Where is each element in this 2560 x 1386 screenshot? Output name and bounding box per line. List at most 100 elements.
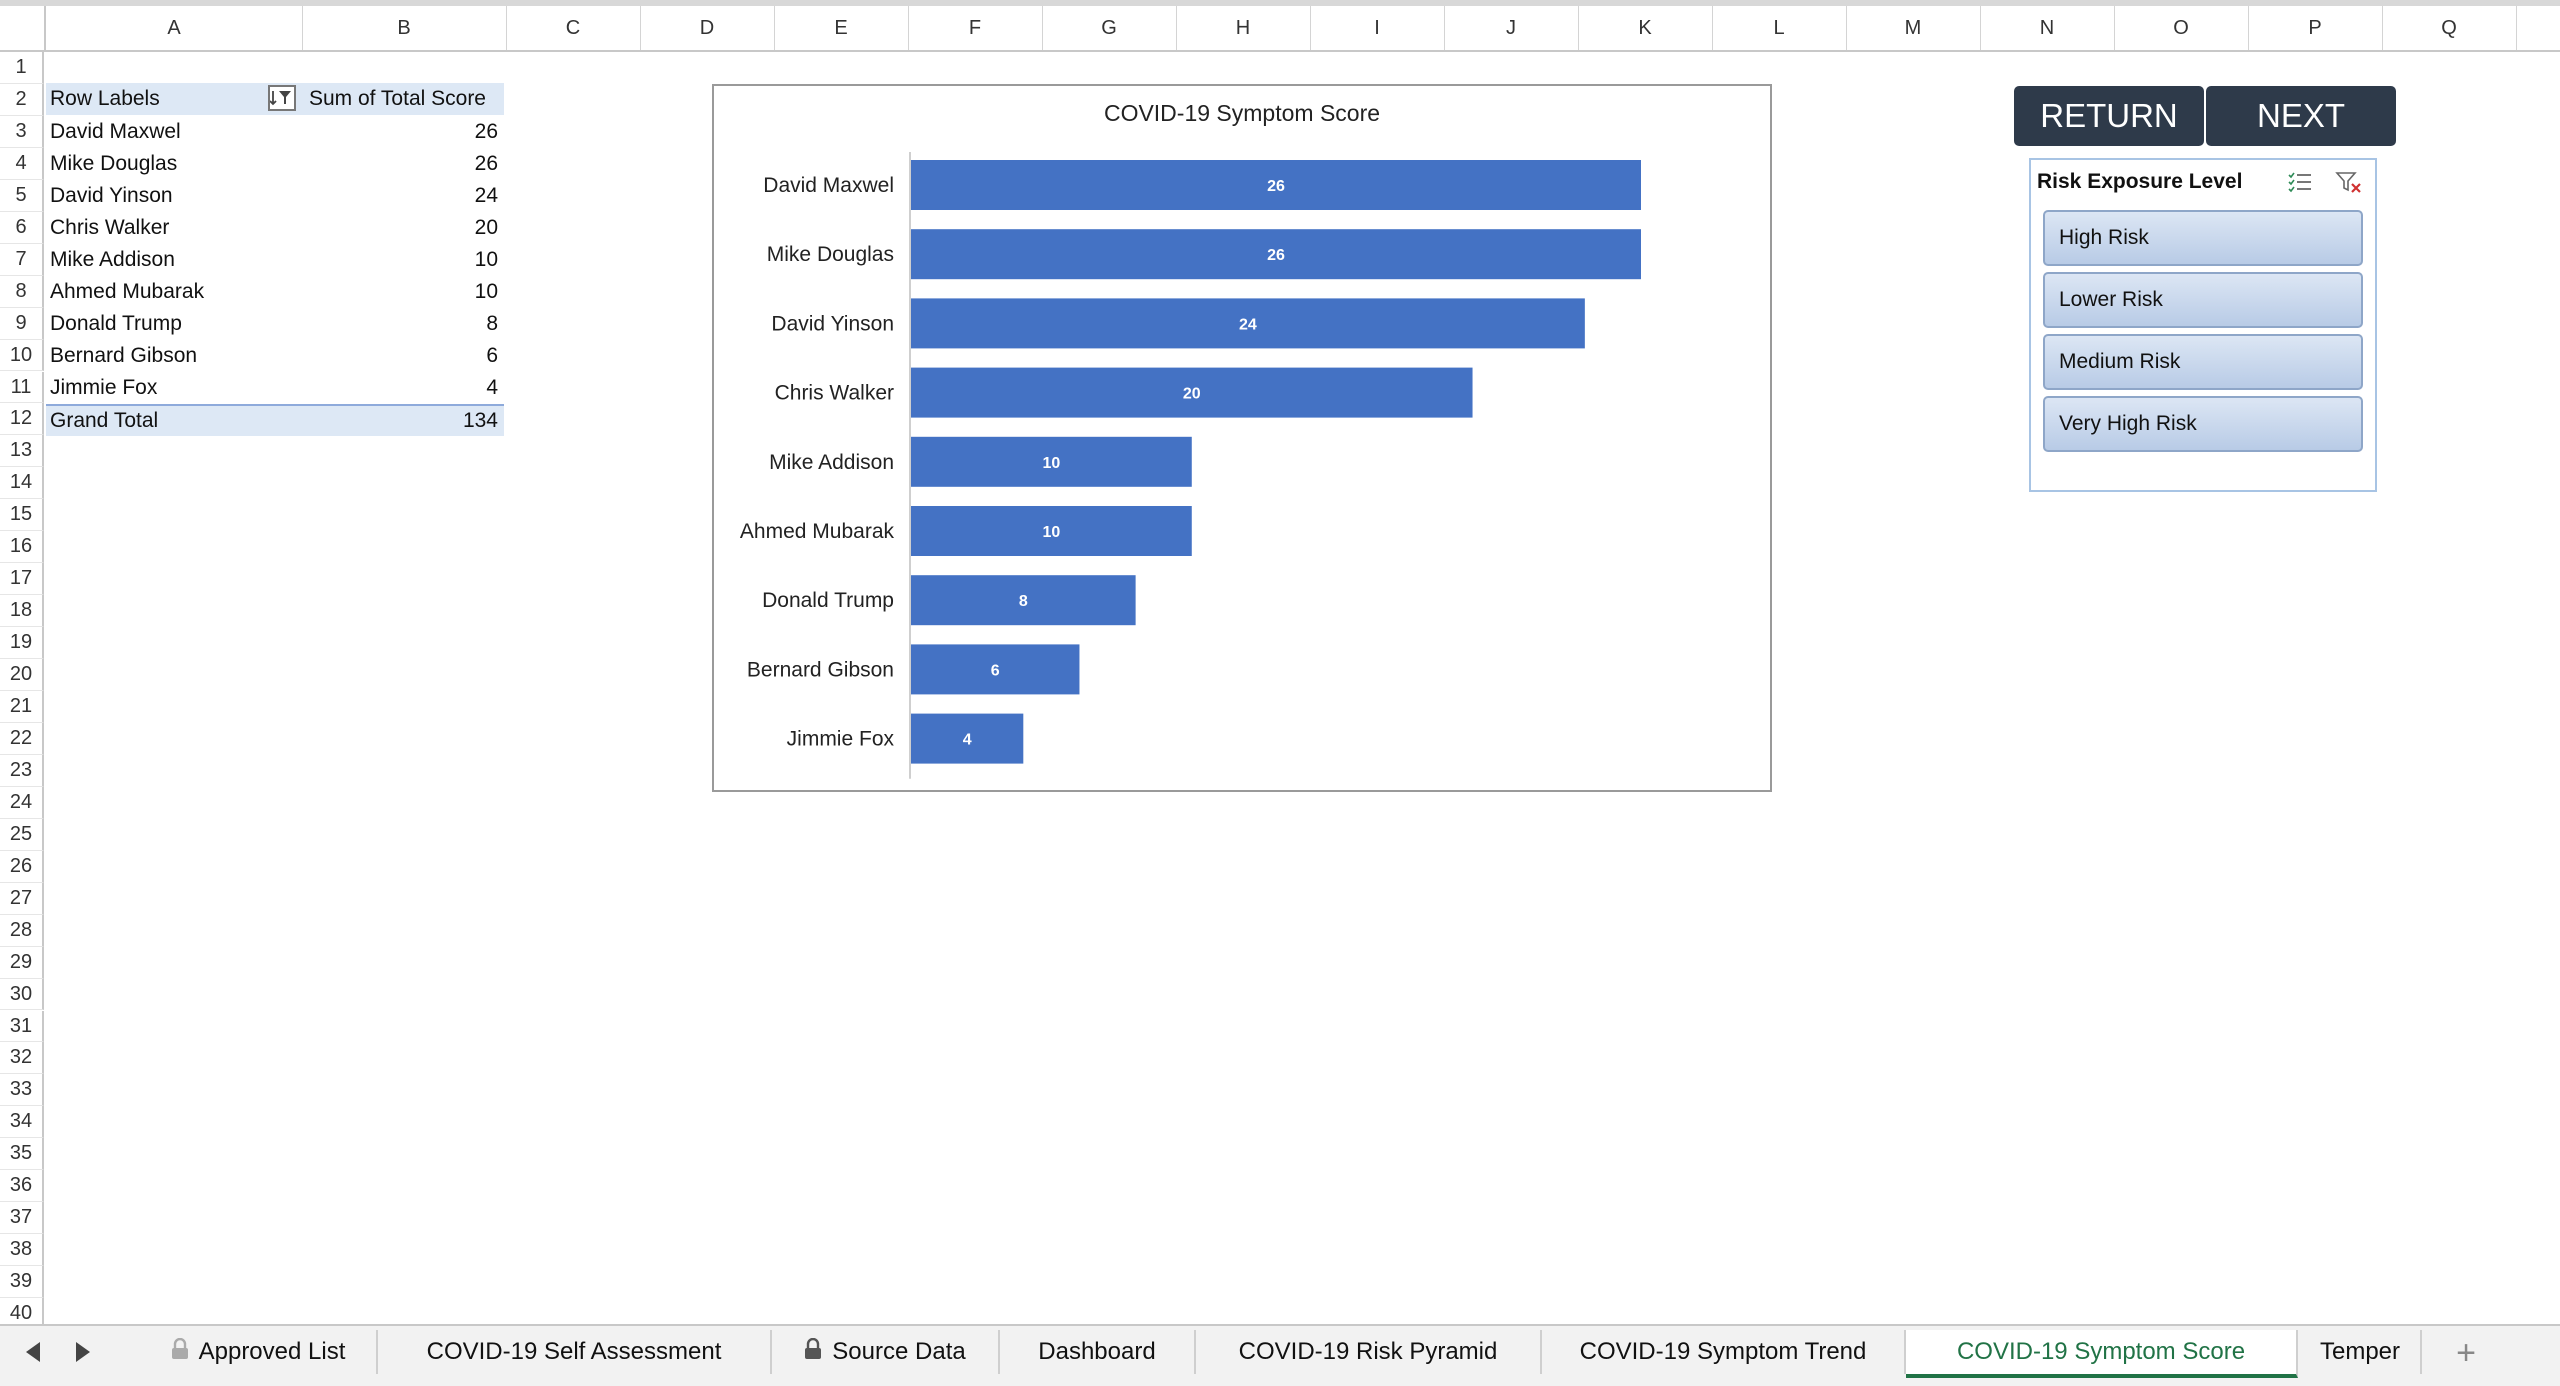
row-header-3[interactable]: 3	[0, 115, 44, 148]
pivot-row-value[interactable]: 4	[300, 372, 504, 404]
select-all-corner[interactable]	[0, 6, 46, 50]
pivot-header-value[interactable]: Sum of Total Score	[300, 83, 504, 115]
column-header-h[interactable]: H	[1176, 6, 1311, 50]
pivot-header-row-labels[interactable]: Row Labels	[46, 83, 300, 115]
row-header-9[interactable]: 9	[0, 307, 44, 340]
row-header-5[interactable]: 5	[0, 179, 44, 212]
row-header-12[interactable]: 12	[0, 403, 44, 436]
column-header-f[interactable]: F	[908, 6, 1043, 50]
slicer-item-lower-risk[interactable]: Lower Risk	[2043, 272, 2363, 328]
column-header-l[interactable]: L	[1712, 6, 1847, 50]
column-header-g[interactable]: G	[1042, 6, 1177, 50]
pivot-row-value[interactable]: 8	[300, 308, 504, 340]
row-header-21[interactable]: 21	[0, 691, 44, 723]
column-header-a[interactable]: A	[46, 6, 303, 50]
column-header-e[interactable]: E	[774, 6, 909, 50]
pivot-row-label[interactable]: Mike Douglas	[46, 148, 300, 180]
row-header-39[interactable]: 39	[0, 1266, 44, 1299]
pivot-row-value[interactable]: 6	[300, 340, 504, 372]
row-header-26[interactable]: 26	[0, 850, 44, 883]
sheet-tab-source-data[interactable]: Source Data	[772, 1330, 1000, 1374]
pivot-row-value[interactable]: 26	[300, 116, 504, 148]
row-header-33[interactable]: 33	[0, 1074, 44, 1107]
row-header-13[interactable]: 13	[0, 435, 44, 468]
column-header-q[interactable]: Q	[2382, 6, 2517, 50]
row-header-10[interactable]: 10	[0, 339, 44, 372]
row-header-38[interactable]: 38	[0, 1234, 44, 1267]
row-header-14[interactable]: 14	[0, 467, 44, 500]
row-header-28[interactable]: 28	[0, 914, 44, 947]
column-header-p[interactable]: P	[2248, 6, 2383, 50]
row-header-32[interactable]: 32	[0, 1042, 44, 1075]
slicer-item-medium-risk[interactable]: Medium Risk	[2043, 334, 2363, 390]
sheet-tab-temper[interactable]: Temper	[2300, 1330, 2422, 1374]
symptom-score-chart[interactable]: COVID-19 Symptom Score David Maxwel 26 Mik…	[712, 84, 1772, 792]
multi-select-icon[interactable]	[2287, 170, 2315, 194]
row-header-8[interactable]: 8	[0, 275, 44, 308]
clear-filter-icon[interactable]	[2335, 170, 2363, 194]
row-header-2[interactable]: 2	[0, 83, 44, 116]
pivot-row-value[interactable]: 20	[300, 212, 504, 244]
column-header-b[interactable]: B	[302, 6, 507, 50]
sheet-tab-approved-list[interactable]: Approved List	[140, 1330, 378, 1374]
row-header-30[interactable]: 30	[0, 978, 44, 1011]
column-header-m[interactable]: M	[1846, 6, 1981, 50]
column-header-i[interactable]: I	[1310, 6, 1445, 50]
pivot-row-label[interactable]: Donald Trump	[46, 308, 300, 340]
sheet-tab-covid-19-symptom-score[interactable]: COVID-19 Symptom Score	[1906, 1330, 2298, 1378]
slicer-item-very-high-risk[interactable]: Very High Risk	[2043, 396, 2363, 452]
pivot-row-label[interactable]: Jimmie Fox	[46, 372, 300, 404]
pivot-row-value[interactable]: 10	[300, 276, 504, 308]
row-header-35[interactable]: 35	[0, 1138, 44, 1171]
sheet-tab-covid-19-symptom-trend[interactable]: COVID-19 Symptom Trend	[1542, 1330, 1906, 1374]
column-header-k[interactable]: K	[1578, 6, 1713, 50]
row-header-7[interactable]: 7	[0, 243, 44, 276]
row-header-1[interactable]: 1	[0, 52, 44, 84]
row-header-11[interactable]: 11	[0, 371, 44, 404]
row-header-24[interactable]: 24	[0, 786, 44, 819]
sheet-tab-covid-19-self-assessment[interactable]: COVID-19 Self Assessment	[378, 1330, 772, 1374]
row-header-27[interactable]: 27	[0, 882, 44, 915]
row-header-22[interactable]: 22	[0, 722, 44, 755]
row-header-36[interactable]: 36	[0, 1170, 44, 1203]
column-header-j[interactable]: J	[1444, 6, 1579, 50]
row-header-25[interactable]: 25	[0, 818, 44, 851]
pivot-row-label[interactable]: Chris Walker	[46, 212, 300, 244]
plus-icon[interactable]: +	[2446, 1334, 2486, 1374]
row-header-37[interactable]: 37	[0, 1202, 44, 1235]
pivot-row-value[interactable]: 26	[300, 148, 504, 180]
row-header-31[interactable]: 31	[0, 1010, 44, 1043]
next-button[interactable]: NEXT	[2206, 86, 2396, 146]
row-header-6[interactable]: 6	[0, 211, 44, 244]
row-header-29[interactable]: 29	[0, 946, 44, 979]
slicer-item-high-risk[interactable]: High Risk	[2043, 210, 2363, 266]
row-header-34[interactable]: 34	[0, 1106, 44, 1139]
row-header-20[interactable]: 20	[0, 659, 44, 691]
return-button[interactable]: RETURN	[2014, 86, 2204, 146]
row-header-23[interactable]: 23	[0, 754, 44, 787]
pivot-row-value[interactable]: 10	[300, 244, 504, 276]
pivot-row-value[interactable]: 24	[300, 180, 504, 212]
sheet-tab-covid-19-risk-pyramid[interactable]: COVID-19 Risk Pyramid	[1196, 1330, 1542, 1374]
triangle-right-icon[interactable]	[76, 1342, 90, 1362]
column-header-d[interactable]: D	[640, 6, 775, 50]
row-header-19[interactable]: 19	[0, 627, 44, 660]
row-header-17[interactable]: 17	[0, 563, 44, 596]
row-header-16[interactable]: 16	[0, 531, 44, 564]
pivot-row-label[interactable]: Mike Addison	[46, 244, 300, 276]
sheet-tab-dashboard[interactable]: Dashboard	[1000, 1330, 1196, 1374]
pivot-row-label[interactable]: David Yinson	[46, 180, 300, 212]
row-header-18[interactable]: 18	[0, 595, 44, 628]
filter-dropdown-icon[interactable]	[268, 85, 296, 111]
sheet-tab-label: Dashboard	[1038, 1338, 1156, 1365]
pivot-row-label[interactable]: Ahmed Mubarak	[46, 276, 300, 308]
column-header-o[interactable]: O	[2114, 6, 2249, 50]
pivot-row-label[interactable]: Bernard Gibson	[46, 340, 300, 372]
row-header-15[interactable]: 15	[0, 499, 44, 532]
row-header-4[interactable]: 4	[0, 147, 44, 180]
triangle-left-icon[interactable]	[26, 1342, 40, 1362]
sheet-tab-label: Approved List	[198, 1338, 346, 1365]
column-header-c[interactable]: C	[506, 6, 641, 50]
pivot-row-label[interactable]: David Maxwel	[46, 116, 300, 148]
column-header-n[interactable]: N	[1980, 6, 2115, 50]
